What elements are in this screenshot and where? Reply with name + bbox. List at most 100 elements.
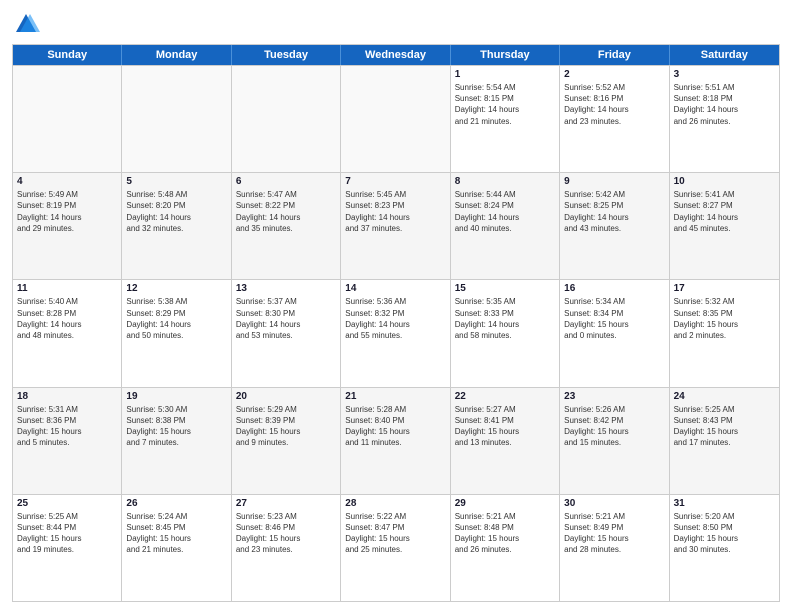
day-number: 21 (345, 391, 445, 402)
day-info: Sunrise: 5:47 AM Sunset: 8:22 PM Dayligh… (236, 189, 336, 234)
cal-cell: 21 Sunrise: 5:28 AM Sunset: 8:40 PM Dayli… (341, 388, 450, 494)
day-number: 8 (455, 176, 555, 187)
cal-cell: 7 Sunrise: 5:45 AM Sunset: 8:23 PM Daylig… (341, 173, 450, 279)
day-number: 31 (674, 498, 775, 509)
day-number: 10 (674, 176, 775, 187)
day-info: Sunrise: 5:44 AM Sunset: 8:24 PM Dayligh… (455, 189, 555, 234)
day-info: Sunrise: 5:42 AM Sunset: 8:25 PM Dayligh… (564, 189, 664, 234)
day-number: 28 (345, 498, 445, 509)
cal-cell: 13Sunrise: 5:37 AM Sunset: 8:30 PM Dayli… (232, 280, 341, 386)
cal-cell (341, 66, 450, 172)
day-number: 1 (455, 69, 555, 80)
cal-cell: 25 Sunrise: 5:25 AM Sunset: 8:44 PM Dayli… (13, 495, 122, 601)
page: SundayMondayTuesdayWednesdayThursdayFrid… (0, 0, 792, 612)
day-info: Sunrise: 5:22 AM Sunset: 8:47 PM Dayligh… (345, 511, 445, 556)
cal-cell: 1 Sunrise: 5:54 AM Sunset: 8:15 PM Daylig… (451, 66, 560, 172)
day-number: 5 (126, 176, 226, 187)
cal-cell: 27Sunrise: 5:23 AM Sunset: 8:46 PM Dayli… (232, 495, 341, 601)
logo-icon (12, 10, 40, 38)
cal-cell: 16 Sunrise: 5:34 AM Sunset: 8:34 PM Dayli… (560, 280, 669, 386)
day-info: Sunrise: 5:20 AM Sunset: 8:50 PM Dayligh… (674, 511, 775, 556)
cal-cell: 17 Sunrise: 5:32 AM Sunset: 8:35 PM Dayli… (670, 280, 779, 386)
day-info: Sunrise: 5:38 AM Sunset: 8:29 PM Dayligh… (126, 296, 226, 341)
day-number: 15 (455, 283, 555, 294)
day-number: 18 (17, 391, 117, 402)
day-info: Sunrise: 5:23 AM Sunset: 8:46 PM Dayligh… (236, 511, 336, 556)
day-number: 16 (564, 283, 664, 294)
cal-cell: 24 Sunrise: 5:25 AM Sunset: 8:43 PM Dayli… (670, 388, 779, 494)
cal-cell: 3 Sunrise: 5:51 AM Sunset: 8:18 PM Daylig… (670, 66, 779, 172)
cal-cell: 18 Sunrise: 5:31 AM Sunset: 8:36 PM Dayli… (13, 388, 122, 494)
day-info: Sunrise: 5:30 AM Sunset: 8:38 PM Dayligh… (126, 404, 226, 449)
cal-cell (122, 66, 231, 172)
day-number: 17 (674, 283, 775, 294)
cal-cell: 12 Sunrise: 5:38 AM Sunset: 8:29 PM Dayli… (122, 280, 231, 386)
day-info: Sunrise: 5:27 AM Sunset: 8:41 PM Dayligh… (455, 404, 555, 449)
cal-cell: 31 Sunrise: 5:20 AM Sunset: 8:50 PM Dayli… (670, 495, 779, 601)
day-number: 7 (345, 176, 445, 187)
cal-cell: 22 Sunrise: 5:27 AM Sunset: 8:41 PM Dayli… (451, 388, 560, 494)
day-info: Sunrise: 5:25 AM Sunset: 8:43 PM Dayligh… (674, 404, 775, 449)
day-number: 12 (126, 283, 226, 294)
day-info: Sunrise: 5:34 AM Sunset: 8:34 PM Dayligh… (564, 296, 664, 341)
cal-cell: 10Sunrise: 5:41 AM Sunset: 8:27 PM Dayli… (670, 173, 779, 279)
day-info: Sunrise: 5:21 AM Sunset: 8:49 PM Dayligh… (564, 511, 664, 556)
day-number: 19 (126, 391, 226, 402)
day-info: Sunrise: 5:35 AM Sunset: 8:33 PM Dayligh… (455, 296, 555, 341)
cal-header-cell: Tuesday (232, 45, 341, 65)
day-info: Sunrise: 5:21 AM Sunset: 8:48 PM Dayligh… (455, 511, 555, 556)
day-number: 2 (564, 69, 664, 80)
day-number: 30 (564, 498, 664, 509)
day-number: 20 (236, 391, 336, 402)
cal-header-cell: Saturday (670, 45, 779, 65)
day-number: 6 (236, 176, 336, 187)
day-number: 9 (564, 176, 664, 187)
cal-cell: 2Sunrise: 5:52 AM Sunset: 8:16 PM Daylig… (560, 66, 669, 172)
day-info: Sunrise: 5:29 AM Sunset: 8:39 PM Dayligh… (236, 404, 336, 449)
day-info: Sunrise: 5:24 AM Sunset: 8:45 PM Dayligh… (126, 511, 226, 556)
calendar-body: 1 Sunrise: 5:54 AM Sunset: 8:15 PM Daylig… (13, 65, 779, 601)
calendar-header-row: SundayMondayTuesdayWednesdayThursdayFrid… (13, 45, 779, 65)
cal-cell: 9 Sunrise: 5:42 AM Sunset: 8:25 PM Daylig… (560, 173, 669, 279)
day-number: 4 (17, 176, 117, 187)
day-info: Sunrise: 5:28 AM Sunset: 8:40 PM Dayligh… (345, 404, 445, 449)
cal-cell: 26 Sunrise: 5:24 AM Sunset: 8:45 PM Dayli… (122, 495, 231, 601)
day-number: 14 (345, 283, 445, 294)
day-info: Sunrise: 5:40 AM Sunset: 8:28 PM Dayligh… (17, 296, 117, 341)
cal-cell (232, 66, 341, 172)
cal-cell: 11Sunrise: 5:40 AM Sunset: 8:28 PM Dayli… (13, 280, 122, 386)
cal-header-cell: Monday (122, 45, 231, 65)
day-info: Sunrise: 5:32 AM Sunset: 8:35 PM Dayligh… (674, 296, 775, 341)
day-info: Sunrise: 5:49 AM Sunset: 8:19 PM Dayligh… (17, 189, 117, 234)
logo (12, 10, 44, 38)
calendar: SundayMondayTuesdayWednesdayThursdayFrid… (12, 44, 780, 602)
day-info: Sunrise: 5:45 AM Sunset: 8:23 PM Dayligh… (345, 189, 445, 234)
cal-cell: 19 Sunrise: 5:30 AM Sunset: 8:38 PM Dayli… (122, 388, 231, 494)
header (12, 10, 780, 38)
cal-header-cell: Wednesday (341, 45, 450, 65)
cal-cell: 15 Sunrise: 5:35 AM Sunset: 8:33 PM Dayli… (451, 280, 560, 386)
cal-cell: 29 Sunrise: 5:21 AM Sunset: 8:48 PM Dayli… (451, 495, 560, 601)
day-info: Sunrise: 5:51 AM Sunset: 8:18 PM Dayligh… (674, 82, 775, 127)
day-number: 3 (674, 69, 775, 80)
day-info: Sunrise: 5:48 AM Sunset: 8:20 PM Dayligh… (126, 189, 226, 234)
day-number: 26 (126, 498, 226, 509)
cal-week-row: 11Sunrise: 5:40 AM Sunset: 8:28 PM Dayli… (13, 279, 779, 386)
day-info: Sunrise: 5:25 AM Sunset: 8:44 PM Dayligh… (17, 511, 117, 556)
cal-cell: 28 Sunrise: 5:22 AM Sunset: 8:47 PM Dayli… (341, 495, 450, 601)
day-info: Sunrise: 5:54 AM Sunset: 8:15 PM Dayligh… (455, 82, 555, 127)
cal-cell: 14 Sunrise: 5:36 AM Sunset: 8:32 PM Dayli… (341, 280, 450, 386)
day-info: Sunrise: 5:36 AM Sunset: 8:32 PM Dayligh… (345, 296, 445, 341)
cal-cell: 20 Sunrise: 5:29 AM Sunset: 8:39 PM Dayli… (232, 388, 341, 494)
day-number: 24 (674, 391, 775, 402)
day-info: Sunrise: 5:31 AM Sunset: 8:36 PM Dayligh… (17, 404, 117, 449)
day-number: 29 (455, 498, 555, 509)
cal-cell: 4 Sunrise: 5:49 AM Sunset: 8:19 PM Daylig… (13, 173, 122, 279)
cal-week-row: 4 Sunrise: 5:49 AM Sunset: 8:19 PM Daylig… (13, 172, 779, 279)
day-number: 13 (236, 283, 336, 294)
cal-header-cell: Friday (560, 45, 669, 65)
cal-header-cell: Sunday (13, 45, 122, 65)
day-number: 22 (455, 391, 555, 402)
day-number: 25 (17, 498, 117, 509)
cal-week-row: 25 Sunrise: 5:25 AM Sunset: 8:44 PM Dayli… (13, 494, 779, 601)
